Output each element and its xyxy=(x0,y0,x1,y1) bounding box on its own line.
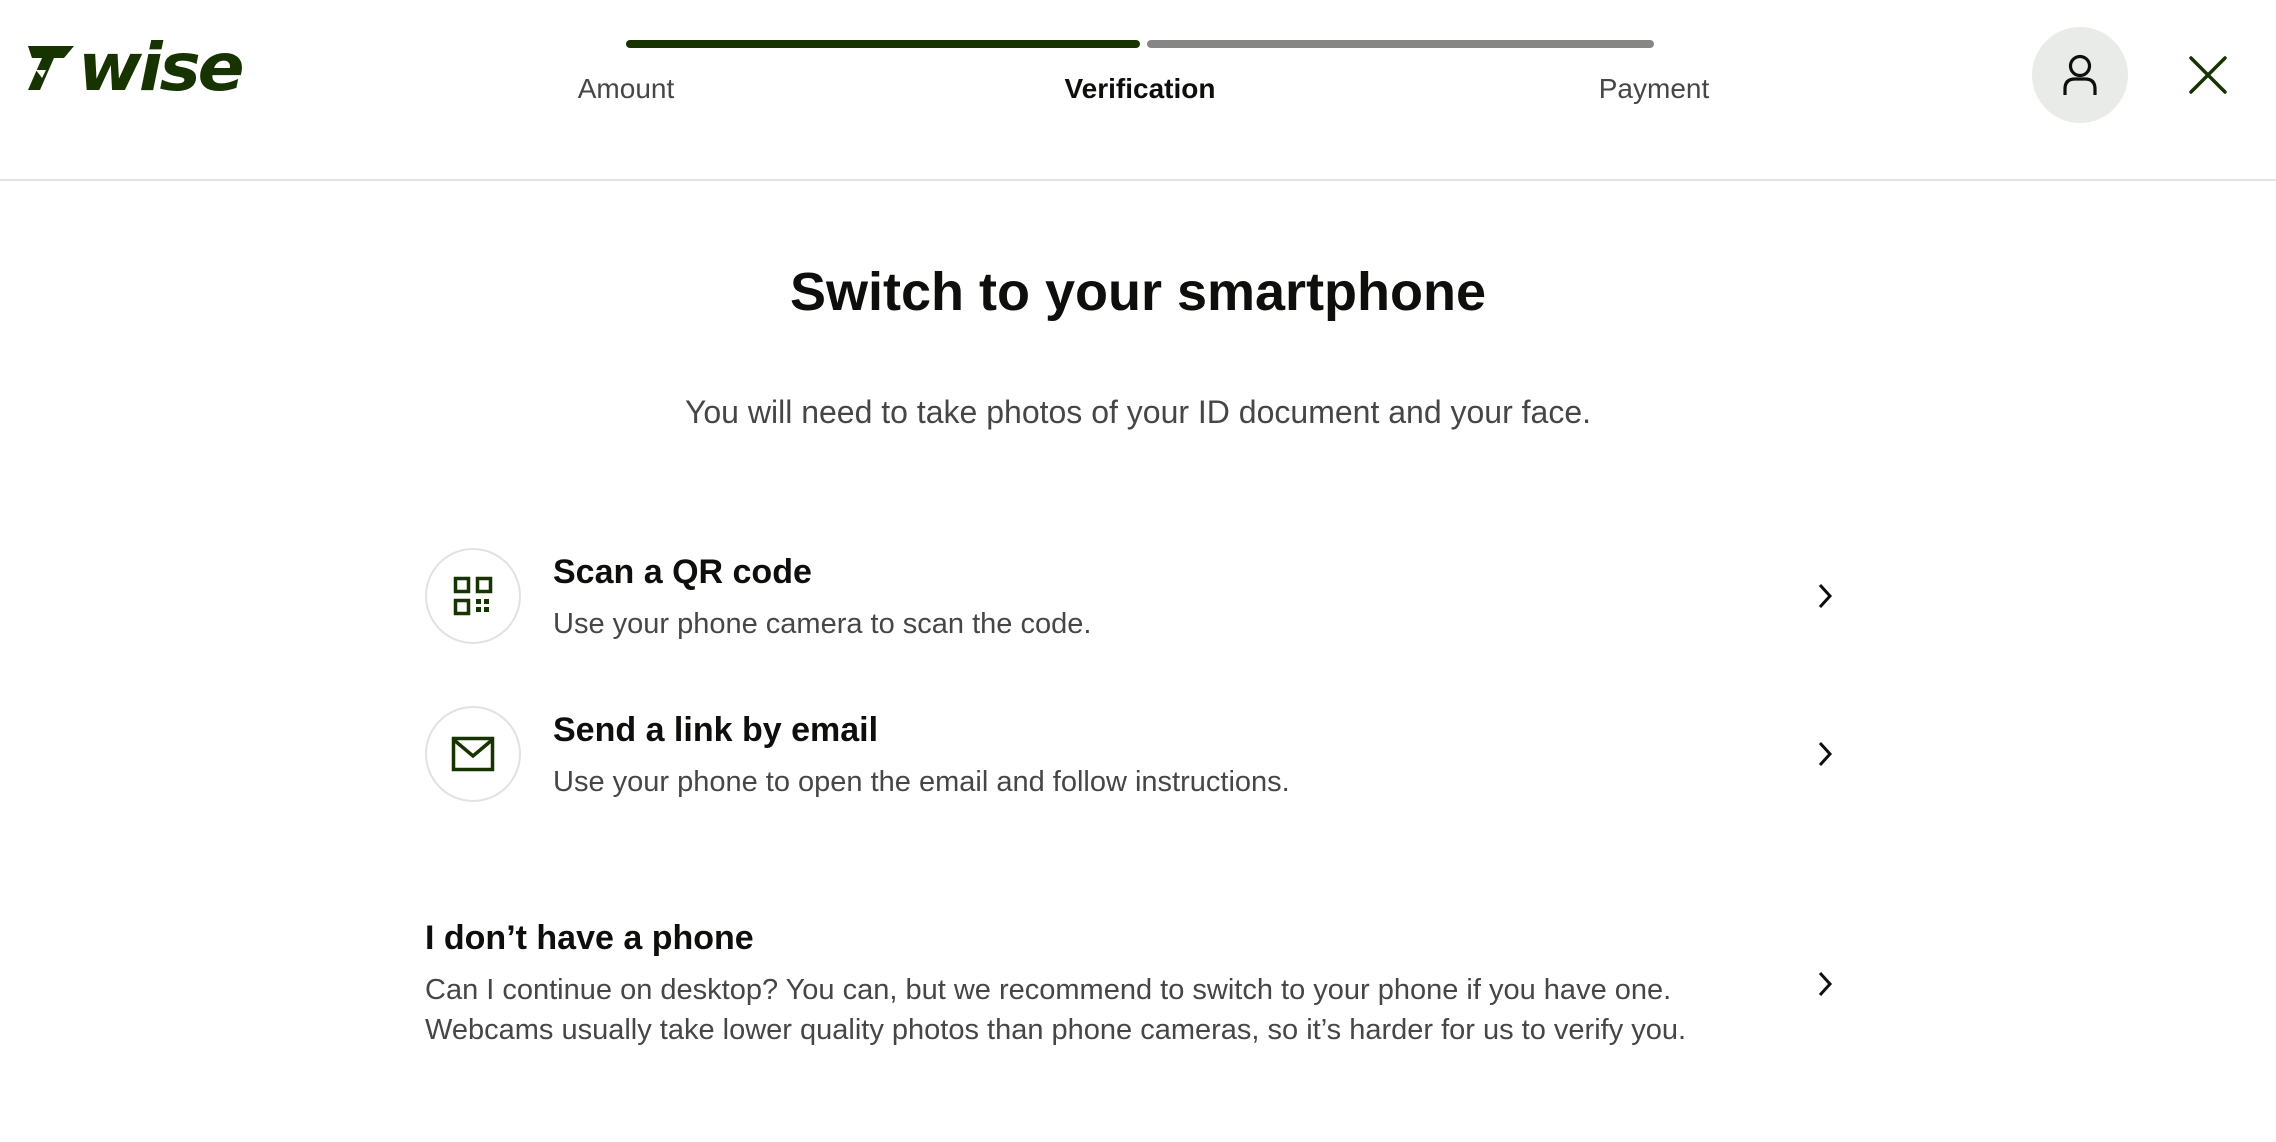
option-description: Use your phone to open the email and fol… xyxy=(553,766,1290,798)
profile-button[interactable] xyxy=(2032,27,2128,123)
envelope-icon-circle xyxy=(425,706,521,802)
option-title: Scan a QR code xyxy=(553,553,812,591)
wise-logo-text: wise xyxy=(78,29,245,106)
chevron-right-icon xyxy=(1807,578,1843,614)
no-phone-option[interactable]: I don’t have a phone Can I continue on d… xyxy=(425,914,1855,1054)
step-amount[interactable]: Amount xyxy=(578,70,675,108)
page-title: Switch to your smartphone xyxy=(789,262,1487,322)
chevron-right-icon xyxy=(1807,736,1843,772)
step-verification: Verification xyxy=(1064,73,1216,104)
scan-qr-code-option[interactable]: Scan a QR code Use your phone camera to … xyxy=(425,548,1855,648)
no-phone-title: I don’t have a phone xyxy=(425,919,754,957)
qr-code-icon-circle xyxy=(425,548,521,644)
no-phone-description-line-1: Can I continue on desktop? You can, but … xyxy=(425,974,1672,1006)
page-subtitle: You will need to take photos of your ID … xyxy=(684,394,1592,430)
top-bar: wise Amount Verification Payment xyxy=(0,0,2276,181)
progress-bar-remaining xyxy=(1147,40,1654,48)
option-description: Use your phone camera to scan the code. xyxy=(553,608,1092,640)
step-payment: Payment xyxy=(1598,73,1710,104)
close-icon xyxy=(2189,56,2227,94)
wise-flag-icon xyxy=(28,46,74,90)
person-icon xyxy=(2063,54,2097,95)
wise-logo[interactable]: wise xyxy=(24,34,245,102)
option-title: Send a link by email xyxy=(553,711,879,749)
no-phone-description: Can I continue on desktop? You can, but … xyxy=(425,970,1765,1050)
send-link-by-email-option[interactable]: Send a link by email Use your phone to o… xyxy=(425,706,1855,806)
chevron-right-icon xyxy=(1807,966,1843,1002)
qr-code-icon xyxy=(453,576,493,616)
close-button[interactable] xyxy=(2184,51,2232,99)
no-phone-description-line-2: Webcams usually take lower quality photo… xyxy=(425,1014,1687,1046)
envelope-icon xyxy=(451,736,495,772)
progress-bar-completed xyxy=(626,40,1140,48)
